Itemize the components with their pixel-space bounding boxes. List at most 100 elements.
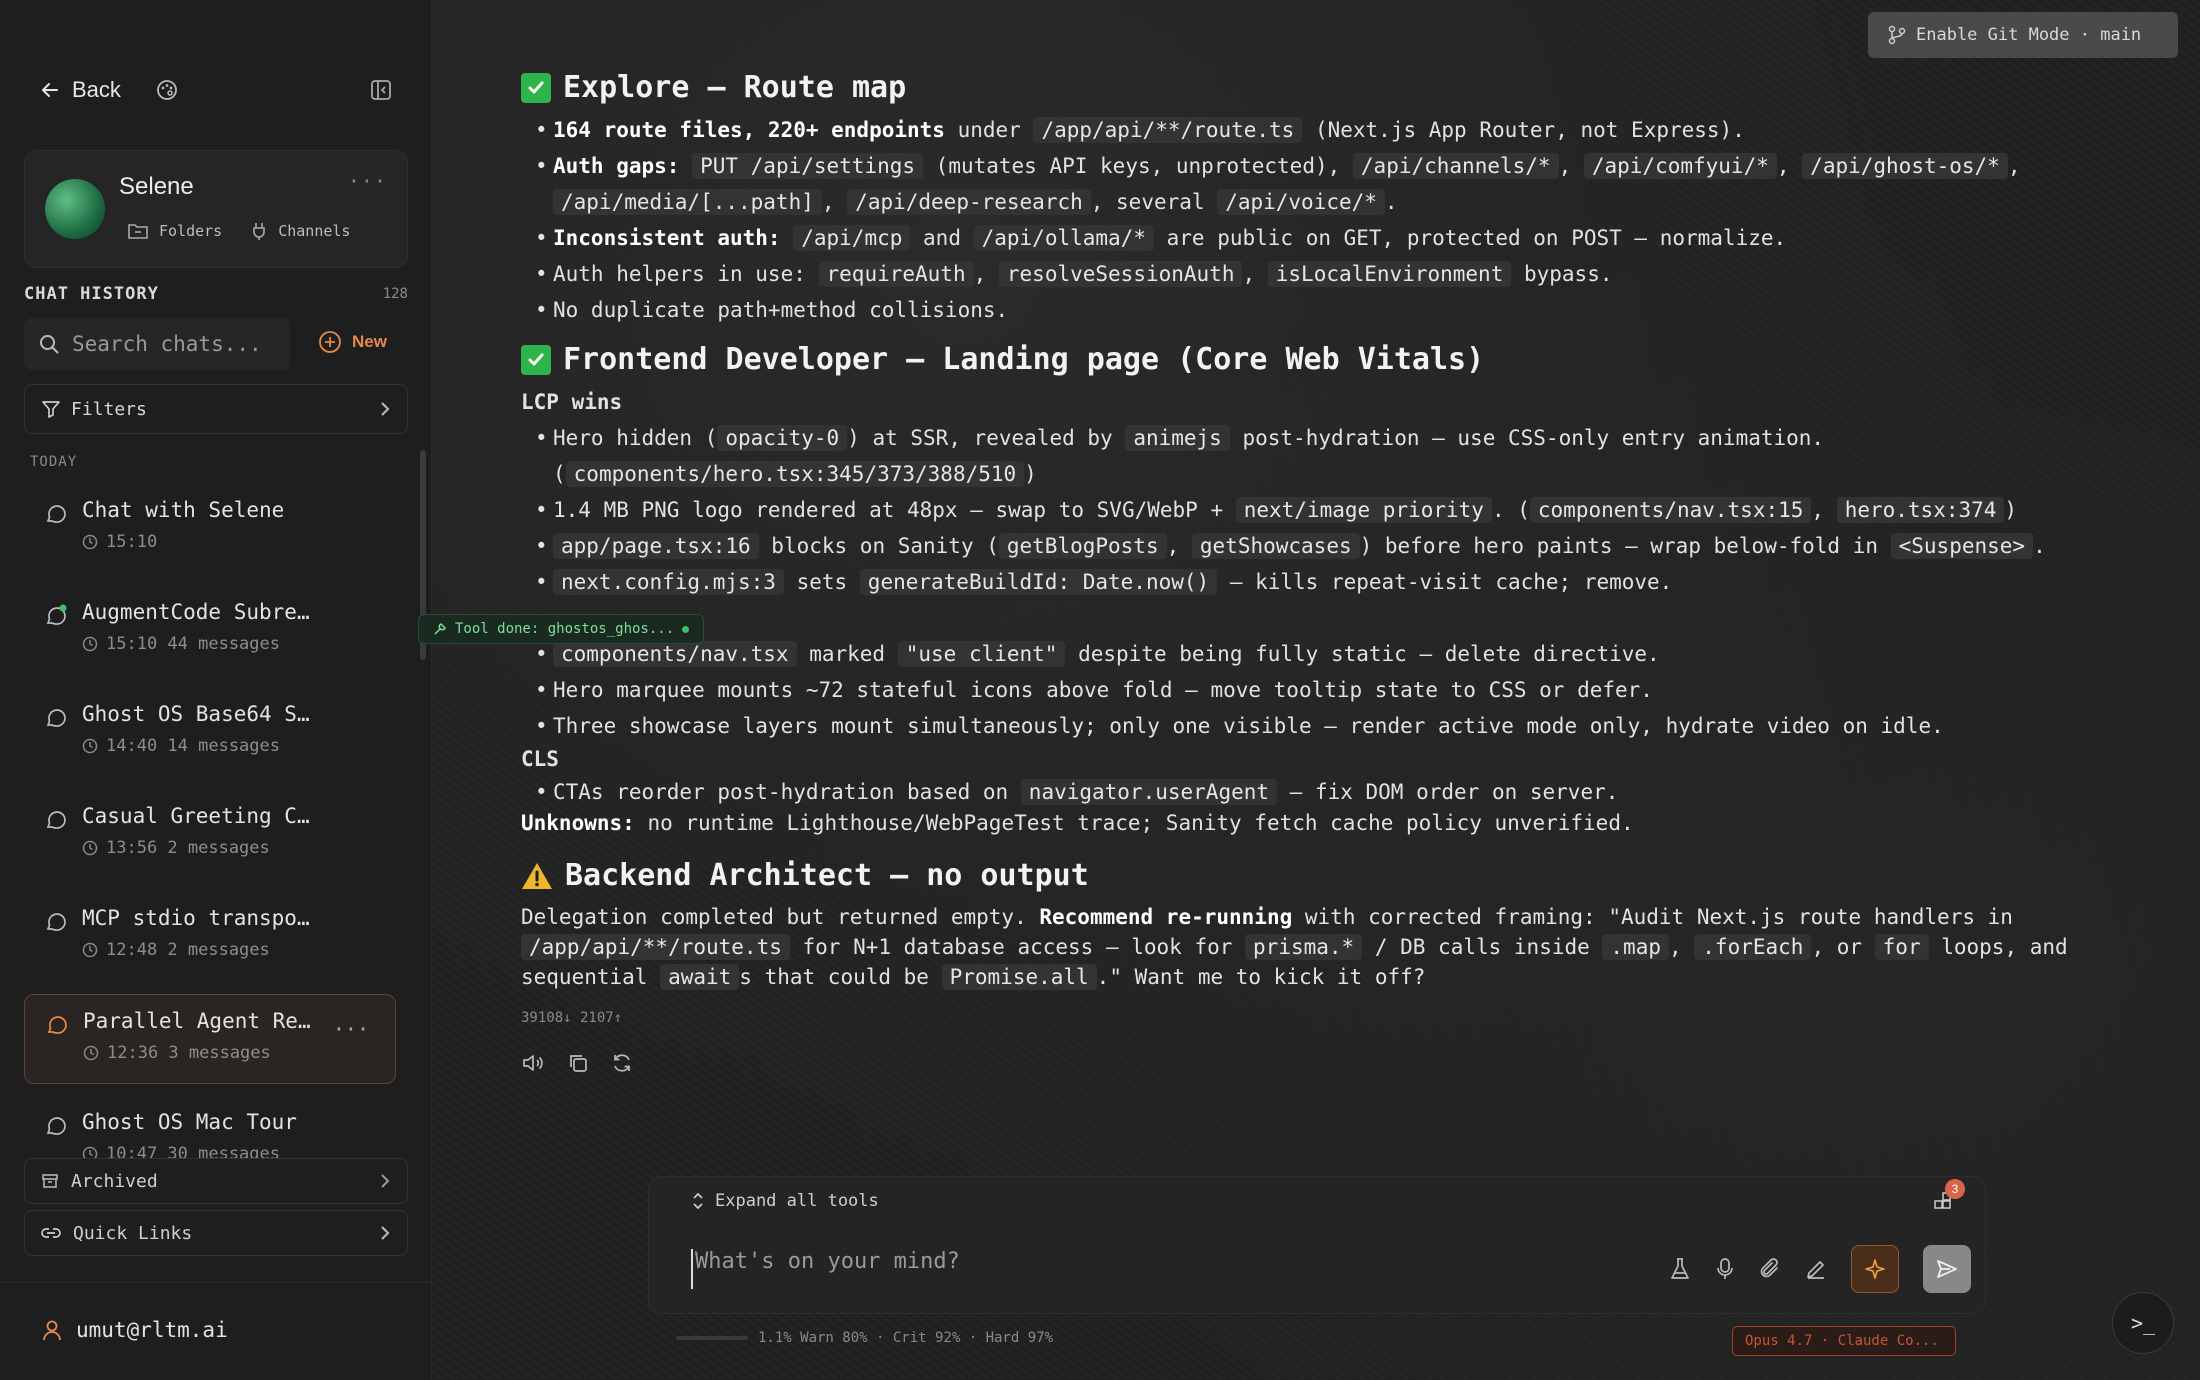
back-button[interactable]: Back bbox=[40, 77, 121, 103]
quick-links-button[interactable]: Quick Links bbox=[24, 1210, 408, 1256]
clock-icon bbox=[82, 534, 98, 550]
message-input[interactable]: What's on your mind? bbox=[691, 1249, 1591, 1289]
enable-git-mode-button[interactable]: Enable Git Mode · main bbox=[1868, 12, 2178, 58]
model-selector[interactable]: Opus 4.7 · Claude Co... bbox=[1732, 1326, 1956, 1356]
more-options-icon[interactable]: ··· bbox=[348, 169, 387, 193]
chat-bubble-icon bbox=[44, 604, 68, 628]
chat-options-icon[interactable]: ··· bbox=[333, 1017, 369, 1041]
chat-title: Ghost OS Base64 S... bbox=[82, 702, 322, 726]
archived-label: Archived bbox=[71, 1170, 158, 1192]
expand-all-tools-button[interactable]: Expand all tools bbox=[691, 1191, 879, 1211]
speaker-icon[interactable] bbox=[521, 1052, 545, 1074]
send-button[interactable] bbox=[1923, 1245, 1971, 1293]
chat-list: Chat with Selene 15:10 AugmentCode Subre… bbox=[24, 484, 408, 1160]
chat-title: AugmentCode Subre... bbox=[82, 600, 322, 624]
expand-all-tools-label: Expand all tools bbox=[715, 1191, 879, 1211]
search-input[interactable]: Search chats... bbox=[24, 318, 290, 370]
chat-item[interactable]: Chat with Selene 15:10 bbox=[24, 484, 396, 574]
chat-title: Ghost OS Mac Tour bbox=[82, 1110, 297, 1134]
context-usage-bar bbox=[676, 1336, 748, 1340]
clock-icon bbox=[82, 840, 98, 856]
sidebar-top-bar: Back bbox=[40, 76, 392, 104]
warning-icon bbox=[521, 861, 553, 891]
arrow-left-icon bbox=[40, 80, 60, 100]
list-item: next.config.mjs:3 sets generateBuildId: … bbox=[535, 564, 2161, 600]
chat-meta: 13:56 2 messages bbox=[106, 838, 270, 858]
terminal-button[interactable]: >_ bbox=[2112, 1292, 2174, 1354]
profile-card[interactable]: Selene ··· Folders Channels bbox=[24, 150, 408, 268]
chat-item[interactable]: AugmentCode Subre... 15:10 44 messages bbox=[24, 586, 396, 676]
chat-item[interactable]: Ghost OS Mac Tour 10:47 30 messages bbox=[24, 1096, 396, 1160]
channels-link[interactable]: Channels bbox=[250, 221, 350, 241]
check-icon bbox=[521, 345, 551, 375]
microphone-icon[interactable] bbox=[1715, 1257, 1735, 1281]
section-title: Frontend Developer — Landing page (Core … bbox=[563, 342, 1485, 377]
chat-meta: 15:10 bbox=[106, 532, 158, 552]
folders-link[interactable]: Folders bbox=[127, 221, 222, 241]
expand-icon bbox=[691, 1191, 705, 1211]
chat-title: Casual Greeting C... bbox=[82, 804, 322, 828]
sparkle-button[interactable] bbox=[1851, 1245, 1899, 1293]
chat-item[interactable]: Casual Greeting C... 13:56 2 messages bbox=[24, 790, 396, 880]
list-item: Hero hidden (opacity-0) at SSR, revealed… bbox=[535, 420, 2161, 492]
section-heading: Explore — Route map bbox=[521, 68, 2161, 108]
quick-links-label: Quick Links bbox=[73, 1222, 193, 1244]
bullet-list: 164 route files, 220+ endpoints under /a… bbox=[521, 112, 2161, 328]
paperclip-icon[interactable] bbox=[1759, 1257, 1781, 1281]
context-usage-text: 1.1% Warn 80% · Crit 92% · Hard 97% bbox=[758, 1330, 1054, 1346]
new-chat-label: New bbox=[352, 332, 387, 351]
pencil-icon[interactable] bbox=[1805, 1258, 1827, 1280]
list-item: 1.4 MB PNG logo rendered at 48px — swap … bbox=[535, 492, 2161, 528]
chat-bubble-icon bbox=[44, 706, 68, 730]
link-icon bbox=[41, 1226, 61, 1240]
sparkle-icon bbox=[1863, 1257, 1887, 1281]
list-item: Three showcase layers mount simultaneous… bbox=[535, 708, 2161, 744]
paragraph: Delegation completed but returned empty.… bbox=[521, 905, 2068, 990]
subheading-lcp: LCP wins bbox=[521, 390, 623, 414]
chat-bubble-icon bbox=[45, 1013, 69, 1037]
git-mode-label: Enable Git Mode · main bbox=[1916, 25, 2142, 45]
clock-icon bbox=[82, 942, 98, 958]
avatar bbox=[45, 179, 105, 239]
chat-item[interactable]: MCP stdio transpo... 12:48 2 messages bbox=[24, 892, 396, 982]
profile-name: Selene bbox=[119, 173, 194, 200]
chat-meta: 14:40 14 messages bbox=[106, 736, 280, 756]
list-item: Auth gaps: PUT /api/settings (mutates AP… bbox=[535, 148, 2161, 220]
palette-icon[interactable] bbox=[155, 78, 179, 102]
collapse-sidebar-icon[interactable] bbox=[370, 79, 392, 101]
divider bbox=[0, 1282, 432, 1283]
flask-icon[interactable] bbox=[1669, 1257, 1691, 1281]
git-branch-icon bbox=[1888, 25, 1906, 45]
bullet-list: CTAs reorder post-hydration based on nav… bbox=[521, 774, 2161, 810]
chat-item-active[interactable]: Parallel Agent Re... 12:36 3 messages ··… bbox=[24, 994, 396, 1084]
sidebar: Back Selene ··· Folders Channels CHAT HI… bbox=[0, 0, 432, 1380]
list-item: 164 route files, 220+ endpoints under /a… bbox=[535, 112, 2161, 148]
folders-label: Folders bbox=[159, 222, 223, 240]
tool-done-text: Tool done: ghostos_ghos... bbox=[455, 621, 675, 637]
chat-bubble-icon bbox=[44, 808, 68, 832]
channels-label: Channels bbox=[278, 222, 351, 240]
group-label-today: TODAY bbox=[30, 454, 78, 470]
chat-item[interactable]: Ghost OS Base64 S... 14:40 14 messages bbox=[24, 688, 396, 778]
folder-icon bbox=[127, 221, 149, 241]
chat-title: Parallel Agent Re... bbox=[83, 1009, 323, 1033]
list-item: Auth helpers in use: requireAuth, resolv… bbox=[535, 256, 2161, 292]
terminal-icon: >_ bbox=[2130, 1311, 2156, 1335]
clock-icon bbox=[82, 738, 98, 754]
archived-button[interactable]: Archived bbox=[24, 1158, 408, 1204]
new-chat-button[interactable]: New bbox=[318, 330, 387, 354]
send-icon bbox=[1935, 1258, 1959, 1280]
chat-bubble-icon bbox=[44, 502, 68, 526]
chevron-right-icon bbox=[379, 1173, 391, 1189]
user-account[interactable]: umut@rltm.ai bbox=[42, 1318, 228, 1342]
chat-title: MCP stdio transpo... bbox=[82, 906, 322, 930]
tools-grid-icon[interactable]: 3 bbox=[1933, 1179, 1965, 1213]
refresh-icon[interactable] bbox=[611, 1052, 633, 1074]
filters-button[interactable]: Filters bbox=[24, 384, 408, 434]
token-count: 39108↓ 2107↑ bbox=[521, 1010, 623, 1026]
copy-icon[interactable] bbox=[567, 1052, 589, 1074]
chat-bubble-icon bbox=[44, 1114, 68, 1138]
tool-done-toast: Tool done: ghostos_ghos... bbox=[418, 614, 705, 644]
chat-meta: 12:36 3 messages bbox=[107, 1043, 271, 1063]
plug-icon bbox=[250, 221, 268, 241]
